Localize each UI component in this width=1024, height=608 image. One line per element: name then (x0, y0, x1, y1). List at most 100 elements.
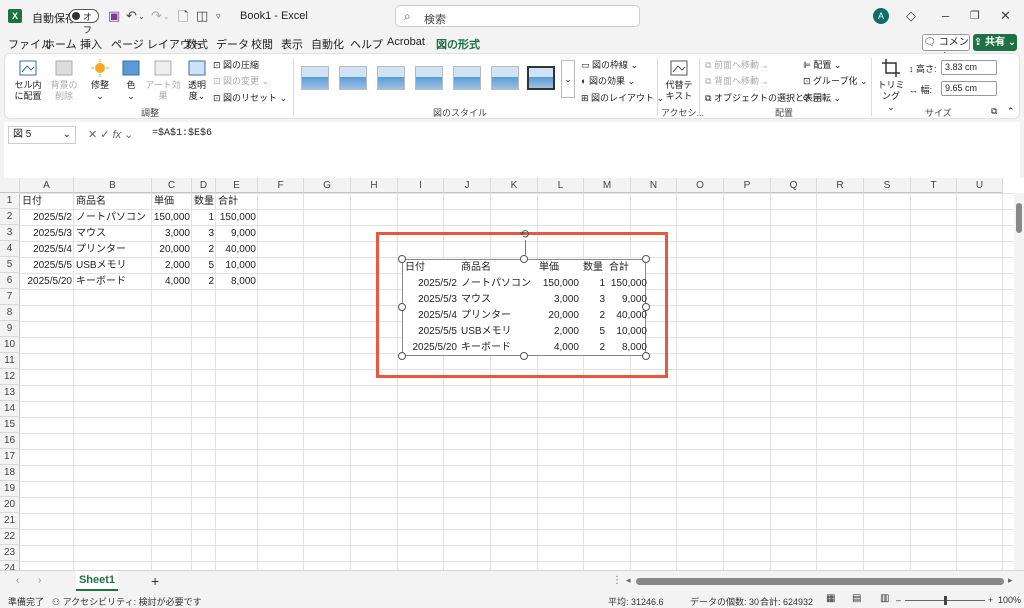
tab-automate[interactable]: 自動化 (311, 36, 344, 52)
data-cell-total[interactable]: 10,000 (216, 258, 258, 274)
compress-pictures-button[interactable]: ⊡ 図の圧縮 (213, 58, 259, 71)
customize-toolbar-icon[interactable]: ▿ (216, 11, 221, 22)
picture-effects-button[interactable]: ◐ 図の効果 ⌄ (581, 74, 635, 87)
zoom-slider-thumb[interactable] (944, 596, 947, 605)
data-cell-qty[interactable]: 2 (192, 274, 216, 290)
column-header-b[interactable]: B (74, 178, 152, 193)
bring-forward-button[interactable]: ⧉ 前面へ移動 ⌄ (705, 58, 769, 71)
minimize-icon[interactable]: – (942, 8, 949, 23)
data-cell-date[interactable]: 2025/5/5 (20, 258, 74, 274)
normal-view-icon[interactable]: ▦ (826, 593, 835, 604)
column-header-o[interactable]: O (677, 178, 724, 193)
picture-layout-button[interactable]: ⊞ 図のレイアウト ⌄ (581, 91, 664, 104)
data-cell-date[interactable]: 2025/5/20 (20, 274, 74, 290)
data-cell-total[interactable]: 150,000 (216, 210, 258, 226)
row-header-19[interactable]: 19 (0, 481, 20, 497)
cancel-icon[interactable]: ✕ (88, 129, 97, 141)
resize-handle-e[interactable] (642, 303, 650, 311)
column-header-e[interactable]: E (216, 178, 258, 193)
data-cell-product[interactable]: プリンター (74, 242, 152, 258)
restore-icon[interactable]: ❐ (970, 9, 980, 22)
avatar[interactable]: A (873, 8, 889, 24)
column-header-m[interactable]: M (584, 178, 631, 193)
styles-gallery-more-button[interactable]: ⌄ (561, 60, 575, 98)
align-button[interactable]: ⊫ 配置 ⌄ (803, 58, 841, 71)
undo-dropdown-icon[interactable]: ⌄ (138, 12, 145, 21)
header-cell-qty[interactable]: 数量 (192, 194, 216, 210)
data-cell-product[interactable]: キーボード (74, 274, 152, 290)
scroll-right-icon[interactable]: ▸ (1008, 575, 1013, 586)
tab-formulas[interactable]: 数式 (186, 36, 208, 52)
data-cell-product[interactable]: ノートパソコン (74, 210, 152, 226)
picture-style-3[interactable] (377, 66, 405, 90)
column-header-u[interactable]: U (957, 178, 1003, 193)
tab-data[interactable]: データ (216, 36, 249, 52)
column-header-t[interactable]: T (911, 178, 957, 193)
picture-style-6[interactable] (491, 66, 519, 90)
column-header-k[interactable]: K (491, 178, 538, 193)
data-cell-date[interactable]: 2025/5/2 (20, 210, 74, 226)
resize-handle-ne[interactable] (642, 255, 650, 263)
row-header-3[interactable]: 3 (0, 225, 20, 241)
sheet-tab-sheet1[interactable]: Sheet1 (76, 571, 118, 591)
add-sheet-button[interactable]: + (151, 573, 159, 589)
row-header-7[interactable]: 7 (0, 289, 20, 305)
accessibility-status[interactable]: ⚇ アクセシビリティ: 検討が必要です (52, 595, 202, 608)
share-button[interactable]: ⇪ 共有 ⌄ (973, 34, 1017, 51)
picture-style-1[interactable] (301, 66, 329, 90)
resize-handle-nw[interactable] (398, 255, 406, 263)
picture-style-2[interactable] (339, 66, 367, 90)
header-cell-date[interactable]: 日付 (20, 194, 74, 210)
zoom-out-icon[interactable]: – (896, 595, 901, 605)
redo-dropdown-icon[interactable]: ⌄ (163, 12, 170, 21)
row-header-5[interactable]: 5 (0, 257, 20, 273)
horizontal-scroll-thumb[interactable] (636, 578, 1004, 585)
diamond-icon[interactable]: ◇ (906, 8, 916, 24)
column-header-d[interactable]: D (192, 178, 216, 193)
remove-background-button[interactable]: 背景の 削除 (49, 58, 79, 102)
rotation-handle-icon[interactable]: ⟲ (519, 228, 531, 240)
row-header-8[interactable]: 8 (0, 305, 20, 321)
row-header-18[interactable]: 18 (0, 465, 20, 481)
row-header-10[interactable]: 10 (0, 337, 20, 353)
row-header-11[interactable]: 11 (0, 353, 20, 369)
search-box[interactable]: ⌕ 検索 (395, 5, 640, 27)
row-header-4[interactable]: 4 (0, 241, 20, 257)
alt-text-button[interactable]: 代替テ キスト (663, 58, 695, 102)
next-sheet-icon[interactable]: › (38, 575, 41, 586)
corrections-button[interactable]: 修整 ⌄ (85, 58, 115, 102)
camera-icon[interactable]: ◫ (196, 8, 208, 24)
group-button[interactable]: ⊡ グループ化 ⌄ (803, 74, 868, 87)
enter-icon[interactable]: ✓ (100, 129, 109, 141)
rotate-button[interactable]: ⟳ 回転 ⌄ (803, 91, 841, 104)
place-in-cell-button[interactable]: セル内 に配置 (11, 58, 45, 102)
row-header-23[interactable]: 23 (0, 545, 20, 561)
resize-handle-s[interactable] (520, 352, 528, 360)
artistic-effects-button[interactable]: アート効果 (143, 58, 183, 102)
header-cell-total[interactable]: 合計 (216, 194, 258, 210)
data-cell-price[interactable]: 2,000 (152, 258, 192, 274)
transparency-button[interactable]: 透明 度⌄ (185, 58, 209, 102)
row-header-17[interactable]: 17 (0, 449, 20, 465)
worksheet-grid[interactable]: ABCDEFGHIJKLMNOPQRSTU 1 2 3 4 5 6 7 8 9 10 11 12 13 1… (0, 178, 1024, 570)
row-header-20[interactable]: 20 (0, 497, 20, 513)
column-header-c[interactable]: C (152, 178, 192, 193)
tab-home[interactable]: ホーム (44, 36, 77, 52)
data-cell-price[interactable]: 150,000 (152, 210, 192, 226)
redo-icon[interactable]: ↷ (151, 8, 162, 24)
column-header-j[interactable]: J (444, 178, 491, 193)
row-header-1[interactable]: 1 (0, 193, 20, 209)
row-header-2[interactable]: 2 (0, 209, 20, 225)
tab-help[interactable]: ヘルプ (350, 36, 383, 52)
column-header-q[interactable]: Q (771, 178, 817, 193)
tab-review[interactable]: 校閲 (251, 36, 273, 52)
linked-picture[interactable]: 日付 商品名 単価 数量 合計 2025/5/2 ノートパソコン 150,000 1 150,00… (402, 259, 647, 356)
tab-insert[interactable]: 挿入 (80, 36, 102, 52)
column-header-s[interactable]: S (864, 178, 911, 193)
column-header-i[interactable]: I (398, 178, 444, 193)
vertical-scroll-thumb[interactable] (1016, 203, 1022, 233)
data-cell-total[interactable]: 9,000 (216, 226, 258, 242)
column-header-h[interactable]: H (351, 178, 398, 193)
row-header-21[interactable]: 21 (0, 513, 20, 529)
header-cell-product[interactable]: 商品名 (74, 194, 152, 210)
